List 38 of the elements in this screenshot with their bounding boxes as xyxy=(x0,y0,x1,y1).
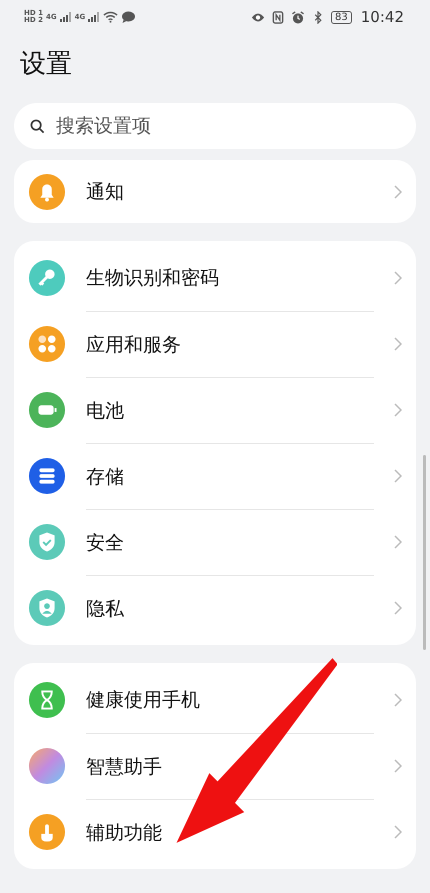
clock-time: 10:42 xyxy=(360,8,404,26)
item-label: 生物识别和密码 xyxy=(86,266,220,291)
chevron-icon xyxy=(394,337,402,351)
wifi-icon xyxy=(103,11,118,23)
settings-item[interactable]: 通知 xyxy=(14,160,416,223)
item-label: 电池 xyxy=(86,377,374,443)
item-label: 通知 xyxy=(86,180,125,204)
message-icon xyxy=(121,11,136,23)
chevron-icon xyxy=(394,601,402,615)
chevron-icon xyxy=(394,825,402,839)
alarm-icon xyxy=(291,10,306,24)
battery-level: 83 xyxy=(331,10,352,24)
search-icon xyxy=(30,119,45,134)
item-label: 安全 xyxy=(86,509,374,575)
settings-item[interactable]: 应用和服务 xyxy=(14,311,416,377)
settings-item[interactable]: 隐私 xyxy=(14,575,416,641)
settings-item[interactable]: 生物识别和密码 xyxy=(14,245,416,311)
chevron-icon xyxy=(394,271,402,285)
signal-icon xyxy=(60,12,72,22)
nfc-icon xyxy=(271,10,286,24)
item-label: 存储 xyxy=(86,443,374,509)
chevron-icon xyxy=(394,693,402,707)
search-field[interactable]: 搜索设置项 xyxy=(14,103,416,149)
settings-item[interactable]: 安全 xyxy=(14,509,416,575)
settings-item[interactable]: 存储 xyxy=(14,443,416,509)
item-label: 隐私 xyxy=(86,575,374,641)
signal-icon xyxy=(88,12,100,22)
eye-icon xyxy=(251,10,266,24)
chevron-icon xyxy=(394,469,402,483)
settings-item[interactable]: 健康使用手机 xyxy=(14,667,416,733)
item-label: 应用和服务 xyxy=(86,311,374,377)
chevron-icon xyxy=(394,403,402,417)
chevron-icon xyxy=(394,535,402,549)
chevron-icon xyxy=(394,184,402,198)
page-title: 设置 xyxy=(20,48,73,81)
settings-item[interactable]: 电池 xyxy=(14,377,416,443)
item-label: 健康使用手机 xyxy=(86,688,201,713)
chevron-icon xyxy=(394,759,402,773)
